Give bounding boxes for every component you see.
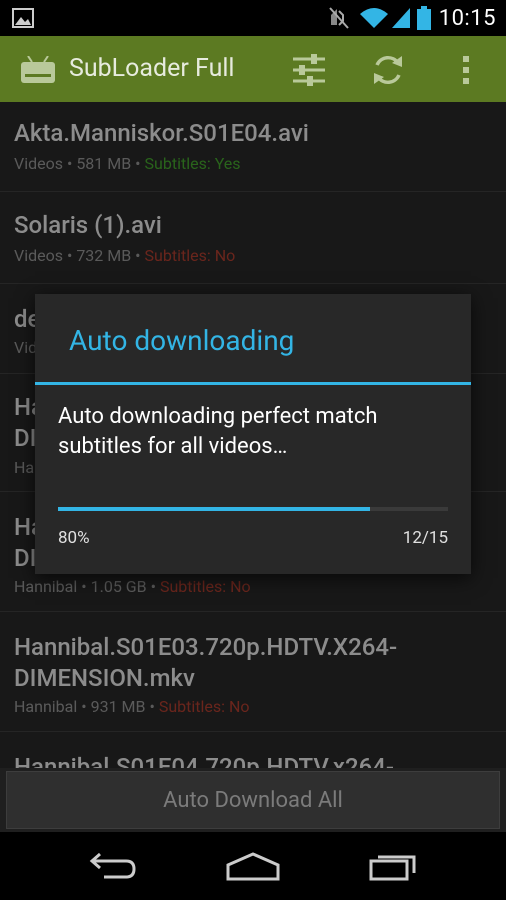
clock: 10:15 [438, 5, 496, 31]
home-icon [226, 852, 280, 881]
dialog-message: Auto downloading perfect match subtitles… [58, 404, 378, 459]
bottom-bar: Auto Download All [0, 768, 506, 832]
back-button[interactable] [78, 846, 148, 886]
app-logo-icon[interactable] [20, 56, 56, 84]
refresh-button[interactable] [368, 50, 408, 90]
signal-icon [391, 8, 410, 28]
navigation-bar [0, 832, 506, 900]
dialog-title: Auto downloading [69, 324, 295, 357]
wifi-icon [359, 8, 388, 28]
progress-count: 12/15 [402, 528, 448, 548]
battery-icon [416, 6, 431, 30]
progress-percent: 80% [58, 528, 90, 548]
auto-download-all-button[interactable]: Auto Download All [6, 771, 500, 829]
progress-fill [58, 507, 370, 511]
back-icon [89, 852, 136, 879]
overflow-menu-button[interactable] [446, 50, 486, 90]
action-bar: SubLoader Full [0, 36, 506, 102]
dialog-divider [35, 382, 471, 385]
app-title: SubLoader Full [69, 54, 235, 83]
recent-apps-icon [369, 855, 416, 881]
progress-bar [58, 507, 448, 511]
filter-settings-button[interactable] [289, 50, 329, 90]
recent-apps-button[interactable] [358, 846, 428, 886]
progress-dialog: Auto downloading Auto downloading perfec… [35, 294, 471, 574]
filter-settings-icon [293, 54, 325, 86]
image-notification-icon [12, 8, 34, 28]
home-button[interactable] [218, 846, 288, 886]
overflow-menu-icon [463, 56, 469, 84]
refresh-icon [374, 55, 402, 85]
mute-icon [328, 7, 349, 29]
status-bar: 10:15 [0, 0, 506, 36]
